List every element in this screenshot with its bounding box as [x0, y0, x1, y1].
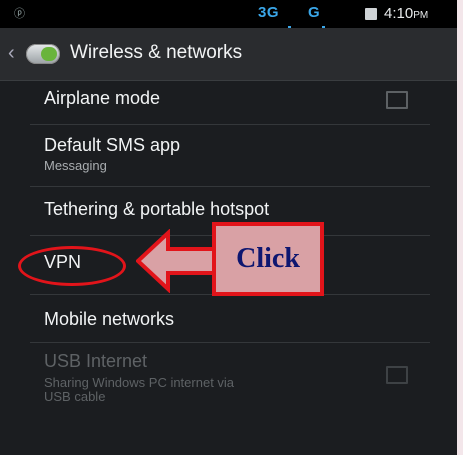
- setting-mobile-networks[interactable]: Mobile networks: [0, 295, 457, 341]
- network-type-label: 3G G: [258, 4, 325, 81]
- setting-label: Default SMS app: [44, 135, 181, 155]
- setting-subtitle: Messaging: [44, 158, 107, 173]
- click-callout: Click: [212, 222, 324, 296]
- setting-label: Tethering & portable hotspot: [44, 199, 270, 219]
- status-notification-icon: ⓟ: [14, 8, 25, 20]
- setting-subtitle: Sharing Windows PC internet via: [44, 375, 235, 390]
- setting-label: Airplane mode: [44, 88, 161, 108]
- setting-label: Mobile networks: [44, 309, 175, 329]
- setting-label: USB Internet: [44, 351, 148, 371]
- setting-usb-internet: USB Internet Sharing Windows PC internet…: [0, 343, 457, 413]
- battery-icon: [365, 8, 377, 20]
- arrow-left-icon: [136, 229, 218, 293]
- setting-airplane-mode[interactable]: Airplane mode: [0, 80, 457, 124]
- phone-screen: ⓟ 3G G 4:10PM ‹ Wireless & networks Airp…: [0, 0, 457, 455]
- status-bar: ⓟ 3G G 4:10PM: [0, 0, 457, 81]
- usb-internet-checkbox: [386, 366, 408, 384]
- setting-subtitle: USB cable: [44, 389, 106, 404]
- clock: 4:10PM: [384, 5, 429, 22]
- chevron-left-icon[interactable]: ‹: [8, 42, 15, 65]
- page-title: Wireless & networks: [70, 42, 243, 63]
- vpn-highlight-oval: [18, 246, 126, 286]
- settings-toggle-icon[interactable]: [26, 44, 60, 64]
- setting-default-sms-app[interactable]: Default SMS app Messaging: [0, 125, 457, 185]
- airplane-mode-checkbox[interactable]: [386, 91, 408, 109]
- action-bar: ‹ Wireless & networks: [0, 28, 457, 81]
